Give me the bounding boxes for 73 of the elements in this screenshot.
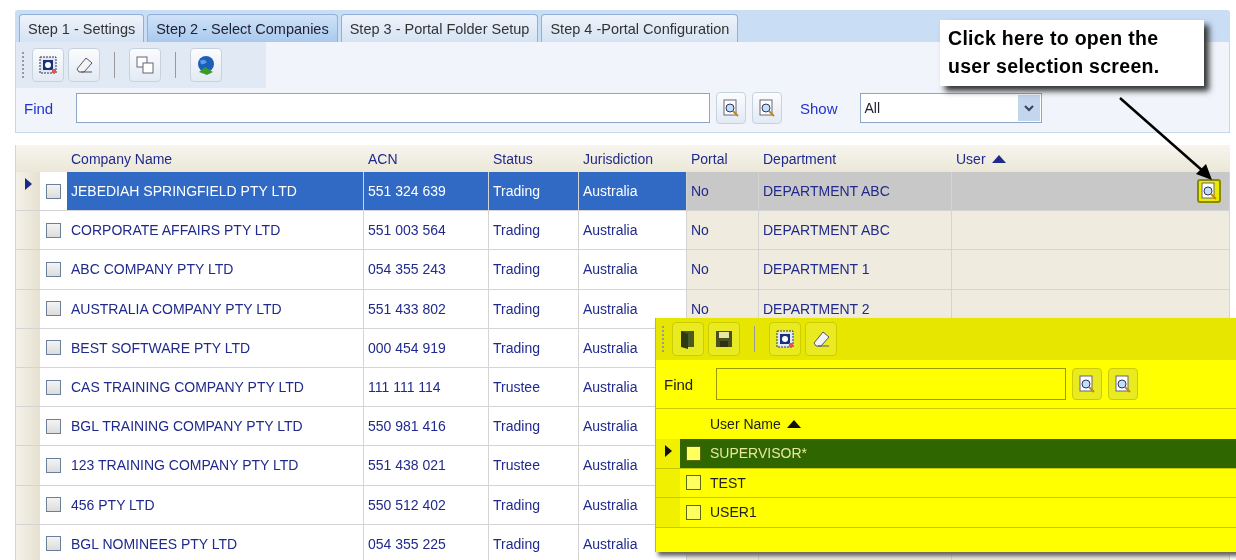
find-field[interactable] bbox=[76, 93, 710, 123]
exit-button[interactable] bbox=[672, 322, 704, 356]
search-icon bbox=[1199, 181, 1219, 202]
tab[interactable]: Step 2 - Select Companies bbox=[147, 14, 338, 42]
select-all-icon bbox=[38, 55, 58, 75]
sort-up-icon bbox=[786, 420, 801, 428]
column-header[interactable]: ACN bbox=[364, 145, 489, 172]
tab[interactable]: Step 3 - Portal Folder Setup bbox=[340, 14, 539, 42]
table-cell: JEBEDIAH SPRINGFIELD PTY LTD bbox=[67, 172, 364, 211]
checkbox[interactable] bbox=[46, 261, 61, 277]
save-button[interactable] bbox=[708, 322, 740, 356]
table-cell: Australia bbox=[579, 172, 687, 211]
clear-button[interactable] bbox=[68, 48, 100, 82]
table-cell: DEPARTMENT ABC bbox=[759, 172, 952, 211]
checkbox[interactable] bbox=[46, 222, 61, 238]
table-cell: No bbox=[687, 172, 759, 211]
clear-button[interactable] bbox=[805, 322, 837, 356]
show-dropdown[interactable]: All bbox=[859, 93, 1042, 123]
select-all-button[interactable] bbox=[32, 48, 64, 82]
table-cell: 551 324 639 bbox=[364, 172, 489, 211]
tab[interactable]: Step 1 - Settings bbox=[19, 14, 145, 42]
globe-button[interactable] bbox=[190, 48, 222, 82]
callout-note: Click here to open the user selection screen. bbox=[940, 20, 1204, 86]
find-button[interactable] bbox=[1072, 368, 1102, 400]
table-cell: DEPARTMENT ABC bbox=[759, 211, 952, 250]
find-field[interactable] bbox=[716, 368, 1066, 400]
checkbox[interactable] bbox=[46, 497, 61, 513]
table-cell: DEPARTMENT 1 bbox=[759, 250, 952, 289]
checkbox[interactable] bbox=[685, 504, 701, 520]
checkbox[interactable] bbox=[46, 379, 61, 395]
table-row[interactable]: JEBEDIAH SPRINGFIELD PTY LTD 551 324 639 Trading Australia No DEPARTMENT ABC bbox=[16, 172, 1230, 212]
column-header[interactable]: Company Name bbox=[67, 145, 364, 172]
find-next-button[interactable] bbox=[1108, 368, 1138, 400]
checkbox[interactable] bbox=[46, 457, 61, 473]
column-header[interactable]: Status bbox=[489, 145, 579, 172]
search-icon bbox=[1113, 374, 1133, 394]
find-button[interactable] bbox=[716, 92, 746, 124]
table-row[interactable]: CORPORATE AFFAIRS PTY LTD 551 003 564 Trading Australia No DEPARTMENT ABC bbox=[16, 211, 1230, 251]
column-header[interactable]: Jurisdiction bbox=[579, 145, 687, 172]
table-cell: No bbox=[687, 211, 759, 250]
search-icon bbox=[1077, 374, 1097, 394]
column-header[interactable]: Portal bbox=[687, 145, 759, 172]
checkbox[interactable] bbox=[46, 418, 61, 434]
checkbox[interactable] bbox=[46, 340, 61, 356]
chevron-down-icon bbox=[1023, 104, 1034, 112]
find-next-button[interactable] bbox=[752, 92, 782, 124]
copy-button[interactable] bbox=[129, 48, 161, 82]
sort-up-icon bbox=[991, 154, 1006, 163]
select-all-icon bbox=[775, 329, 795, 349]
save-icon bbox=[714, 329, 734, 349]
table-cell: Trading bbox=[489, 172, 579, 211]
select-all-button[interactable] bbox=[769, 322, 801, 356]
search-icon bbox=[721, 98, 741, 118]
table-row[interactable]: ABC COMPANY PTY LTD 054 355 243 Trading Australia No DEPARTMENT 1 bbox=[16, 250, 1230, 290]
tab[interactable]: Step 4 -Portal Configuration bbox=[541, 14, 739, 42]
eraser-icon bbox=[811, 329, 831, 349]
checkbox[interactable] bbox=[685, 445, 701, 461]
column-header[interactable]: Department bbox=[759, 145, 952, 172]
column-header[interactable]: User bbox=[952, 145, 1230, 172]
show-label: Show bbox=[800, 99, 838, 117]
globe-icon bbox=[195, 54, 217, 76]
find-label: Find bbox=[24, 99, 55, 117]
checkbox[interactable] bbox=[685, 475, 701, 491]
checkbox[interactable] bbox=[46, 301, 61, 317]
checkbox[interactable] bbox=[46, 183, 61, 199]
checkbox[interactable] bbox=[46, 536, 61, 552]
current-row-icon bbox=[664, 445, 672, 457]
copy-icon bbox=[135, 55, 155, 75]
table-cell: No bbox=[687, 250, 759, 289]
search-icon bbox=[757, 98, 777, 118]
user-picker-button[interactable] bbox=[1197, 179, 1221, 204]
current-row-icon bbox=[24, 178, 32, 190]
eraser-icon bbox=[74, 55, 94, 75]
